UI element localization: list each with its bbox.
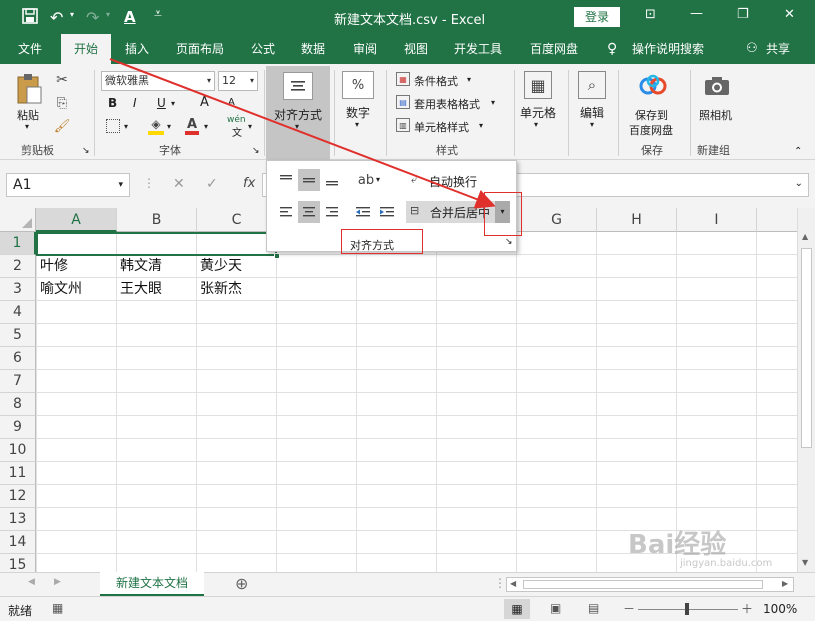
annotation-arrow [109, 58, 496, 209]
annotation-box-merge-dropdown [484, 192, 522, 236]
annotation-box-alignment-label [341, 229, 423, 254]
